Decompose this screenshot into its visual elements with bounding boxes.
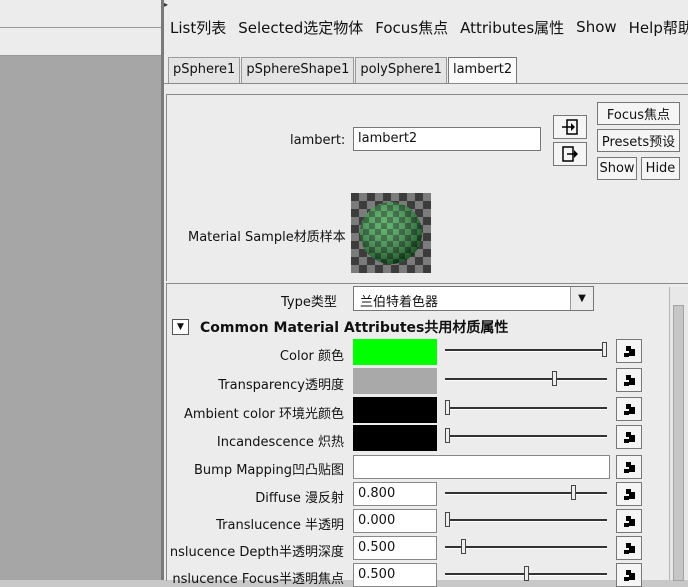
viewport-panel[interactable] (0, 56, 161, 580)
ambient-color-swatch[interactable] (353, 397, 437, 423)
color-label: Color 颜色 (279, 349, 344, 364)
type-label: Type类型 (281, 295, 337, 310)
tab-divider (164, 83, 688, 84)
menu-selected[interactable]: Selected选定物体 (232, 17, 369, 38)
scrollbar-thumb[interactable] (673, 305, 684, 581)
focus-button[interactable]: Focus焦点 (597, 102, 680, 125)
diffuse-field[interactable]: 0.800 (353, 482, 437, 506)
slider-track (445, 519, 607, 522)
translucence-map-button[interactable] (616, 509, 642, 533)
ambient-color-map-button[interactable] (616, 397, 642, 421)
input-connection-icon (562, 119, 578, 135)
attributes-scrollbar[interactable] (669, 287, 688, 581)
translucence-focus-map-button[interactable] (616, 563, 642, 587)
node-name-label: lambert: (290, 133, 346, 148)
tab-polysphere1[interactable]: polySphere1 (355, 57, 447, 83)
left-divider (0, 27, 161, 28)
input-connection-button[interactable] (553, 115, 587, 139)
slider-handle[interactable] (571, 485, 576, 500)
node-name-field[interactable]: lambert2 (353, 127, 541, 151)
incandescence-label: Incandescence 炽热 (216, 435, 344, 450)
translucence-depth-map-button[interactable] (616, 536, 642, 560)
color-map-button[interactable] (616, 339, 642, 363)
translucence-depth-slider[interactable] (445, 537, 607, 557)
attribute-editor: ▸ List列表 Selected选定物体 Focus焦点 Attributes… (164, 0, 688, 587)
slider-track (445, 546, 607, 549)
menu-attributes[interactable]: Attributes属性 (454, 17, 570, 38)
transparency-swatch[interactable] (353, 368, 437, 394)
type-dropdown[interactable]: 兰伯特着色器 ▼ (353, 286, 594, 311)
panel-arrow-icon: ▸ (164, 0, 169, 9)
slider-track (445, 435, 607, 438)
tab-psphere1[interactable]: pSphere1 (168, 57, 241, 83)
menu-focus[interactable]: Focus焦点 (369, 17, 454, 38)
menu-list[interactable]: List列表 (164, 17, 232, 38)
translucence-focus-field[interactable]: 0.500 (353, 563, 437, 587)
incandescence-map-button[interactable] (616, 425, 642, 449)
node-name-value: lambert2 (358, 131, 418, 146)
diffuse-slider[interactable] (445, 483, 607, 503)
output-connection-icon (562, 146, 578, 162)
color-slider[interactable] (445, 340, 607, 360)
translucence-focus-label: nslucence Focus半透明焦点 (172, 572, 344, 587)
slider-track (445, 492, 607, 495)
color-swatch[interactable] (353, 339, 437, 365)
transparency-map-button[interactable] (616, 368, 642, 392)
translucence-depth-label: nslucence Depth半透明深度 (169, 545, 344, 560)
section-title: Common Material Attributes共用材质属性 (200, 320, 509, 336)
left-toolbar-area (0, 0, 161, 56)
node-tabs: pSphere1 pSphereShape1 polySphere1 lambe… (168, 57, 518, 83)
slider-handle[interactable] (524, 566, 529, 581)
menu-bar: List列表 Selected选定物体 Focus焦点 Attributes属性… (164, 12, 688, 42)
output-connection-button[interactable] (553, 142, 587, 166)
incandescence-swatch[interactable] (353, 425, 437, 451)
slider-handle[interactable] (445, 428, 450, 443)
menu-help[interactable]: Help帮助 (623, 17, 688, 38)
slider-handle[interactable] (461, 539, 466, 554)
presets-button[interactable]: Presets预设 (597, 129, 680, 152)
translucence-field[interactable]: 0.000 (353, 509, 437, 533)
chevron-down-icon: ▼ (570, 287, 593, 310)
diffuse-map-button[interactable] (616, 482, 642, 506)
menu-show[interactable]: Show (570, 18, 622, 36)
slider-handle[interactable] (552, 371, 557, 386)
slider-track (445, 378, 607, 381)
type-value: 兰伯特着色器 (360, 295, 439, 310)
translucence-focus-slider[interactable] (445, 564, 607, 584)
slider-handle[interactable] (602, 342, 607, 357)
slider-track (445, 407, 607, 410)
slider-handle[interactable] (445, 512, 450, 527)
ambient-color-label: Ambient color 环境光颜色 (183, 407, 344, 422)
material-sample-swatch (351, 193, 431, 273)
material-sample-label: Material Sample材质样本 (188, 230, 346, 245)
incandescence-slider[interactable] (445, 426, 607, 446)
bump-mapping-label: Bump Mapping凹凸贴图 (194, 463, 344, 478)
collapse-arrow-icon[interactable]: ▼ (172, 319, 189, 335)
ambient-color-slider[interactable] (445, 398, 607, 418)
bump-mapping-map-button[interactable] (616, 455, 642, 479)
diffuse-label: Diffuse 漫反射 (255, 491, 344, 506)
tab-psphereshape1[interactable]: pSphereShape1 (241, 57, 355, 83)
hide-button[interactable]: Hide (641, 157, 680, 180)
show-button[interactable]: Show (597, 157, 637, 180)
transparency-label: Transparency透明度 (218, 378, 344, 393)
translucence-label: Translucence 半透明 (216, 518, 344, 533)
slider-track (445, 349, 607, 352)
translucence-slider[interactable] (445, 510, 607, 530)
slider-handle[interactable] (445, 400, 450, 415)
bump-mapping-field[interactable] (353, 455, 610, 479)
transparency-slider[interactable] (445, 369, 607, 389)
translucence-depth-field[interactable]: 0.500 (353, 536, 437, 560)
tab-lambert2[interactable]: lambert2 (447, 57, 518, 83)
